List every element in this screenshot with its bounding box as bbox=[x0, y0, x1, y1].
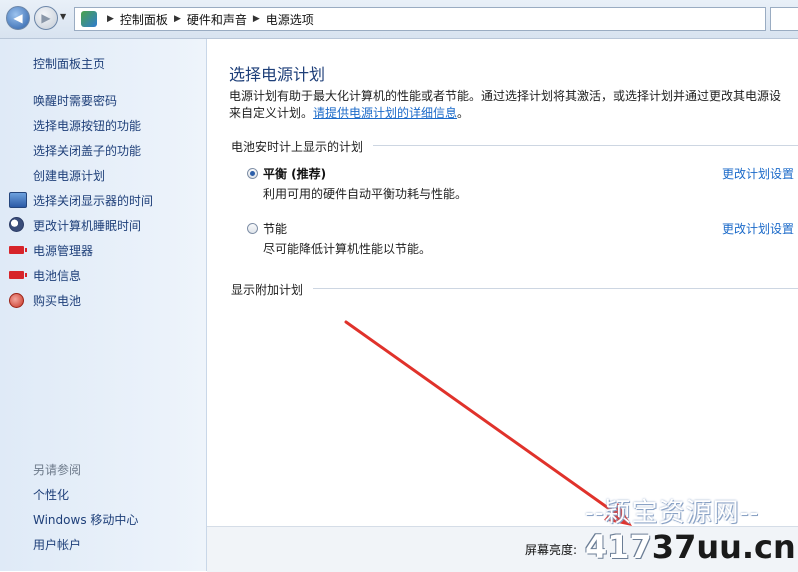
sidebar-item-display-off[interactable]: 选择关闭显示器的时间 bbox=[33, 192, 153, 209]
sidebar-item-battery-info[interactable]: 电池信息 bbox=[33, 267, 81, 284]
sidebar-item-create-plan[interactable]: 创建电源计划 bbox=[33, 167, 105, 184]
sidebar-item-sleep-time[interactable]: 更改计算机睡眠时间 bbox=[33, 217, 141, 234]
sidebar-item-power-button[interactable]: 选择电源按钮的功能 bbox=[33, 117, 141, 134]
plan-balanced-radio[interactable] bbox=[247, 168, 258, 179]
section-battery-plans: 电池安时计上显示的计划 bbox=[231, 140, 364, 154]
arrow-right-icon: ▶ bbox=[41, 11, 51, 25]
chevron-right-icon[interactable]: ▶ bbox=[107, 14, 114, 24]
sidebar-item-lid-close[interactable]: 选择关闭盖子的功能 bbox=[33, 142, 141, 159]
change-plan-settings-power-saver[interactable]: 更改计划设置 bbox=[722, 220, 794, 237]
battery-icon bbox=[9, 271, 27, 279]
moon-icon bbox=[9, 217, 24, 232]
chevron-right-icon[interactable]: ▶ bbox=[253, 14, 260, 24]
show-additional-plans[interactable]: 显示附加计划 bbox=[231, 281, 303, 298]
plan-details-link[interactable]: 请提供电源计划的详细信息 bbox=[313, 106, 457, 120]
search-input[interactable] bbox=[770, 7, 798, 31]
plan-power-saver-description: 尽可能降低计算机性能以节能。 bbox=[263, 242, 432, 256]
breadcrumb[interactable]: ▶ 控制面板 ▶ 硬件和声音 ▶ 电源选项 bbox=[74, 7, 766, 31]
plan-power-saver-name[interactable]: 节能 bbox=[263, 220, 287, 237]
sidebar-item-power-manager[interactable]: 电源管理器 bbox=[33, 242, 93, 259]
sidebar-control-panel-home[interactable]: 控制面板主页 bbox=[33, 55, 105, 72]
change-plan-settings-balanced[interactable]: 更改计划设置 bbox=[722, 165, 794, 182]
plan-power-saver-radio[interactable] bbox=[247, 223, 258, 234]
breadcrumb-power-options[interactable]: 电源选项 bbox=[266, 11, 314, 28]
breadcrumb-control-panel[interactable]: 控制面板 bbox=[120, 11, 168, 28]
sidebar: 控制面板主页 唤醒时需要密码 选择电源按钮的功能 选择关闭盖子的功能 创建电源计… bbox=[0, 39, 207, 571]
see-also-user-accounts[interactable]: 用户帐户 bbox=[33, 536, 81, 553]
breadcrumb-hardware-sound[interactable]: 硬件和声音 bbox=[187, 11, 247, 28]
chevron-right-icon[interactable]: ▶ bbox=[174, 14, 181, 24]
see-also-personalization[interactable]: 个性化 bbox=[33, 486, 69, 503]
description-prefix: 来自定义计划。 bbox=[229, 106, 314, 120]
back-button[interactable]: ◀ bbox=[6, 6, 30, 30]
section-divider bbox=[373, 145, 798, 146]
address-bar: ◀ ▶ ▼ ▶ 控制面板 ▶ 硬件和声音 ▶ 电源选项 bbox=[0, 0, 798, 39]
main-panel: 选择电源计划 电源计划有助于最大化计算机的性能或者节能。通过选择计划将其激活，或… bbox=[207, 39, 798, 572]
plan-balanced-name[interactable]: 平衡 (推荐) bbox=[263, 165, 326, 182]
monitor-icon bbox=[9, 192, 27, 208]
sidebar-item-wake-password[interactable]: 唤醒时需要密码 bbox=[33, 92, 117, 109]
screen-brightness-label: 屏幕亮度: bbox=[525, 543, 578, 557]
description-line: 电源计划有助于最大化计算机的性能或者节能。通过选择计划将其激活，或选择计划并通过… bbox=[229, 89, 782, 103]
battery-icon bbox=[9, 246, 27, 254]
description-suffix: 。 bbox=[457, 106, 470, 120]
history-dropdown-icon[interactable]: ▼ bbox=[60, 12, 66, 21]
forward-button[interactable]: ▶ bbox=[34, 6, 58, 30]
globe-icon bbox=[9, 293, 24, 308]
arrow-left-icon: ◀ bbox=[13, 11, 23, 25]
see-also-mobility-center[interactable]: Windows 移动中心 bbox=[33, 511, 138, 528]
control-panel-icon bbox=[81, 11, 97, 27]
see-also-heading: 另请参阅 bbox=[33, 463, 82, 477]
page-title: 选择电源计划 bbox=[229, 65, 326, 84]
page-description: 电源计划有助于最大化计算机的性能或者节能。通过选择计划将其激活，或选择计划并通过… bbox=[229, 88, 798, 122]
brightness-bar: 屏幕亮度: bbox=[207, 526, 798, 572]
section-divider bbox=[313, 288, 798, 289]
plan-balanced-description: 利用可用的硬件自动平衡功耗与性能。 bbox=[263, 187, 468, 201]
sidebar-item-buy-battery[interactable]: 购买电池 bbox=[33, 292, 81, 309]
